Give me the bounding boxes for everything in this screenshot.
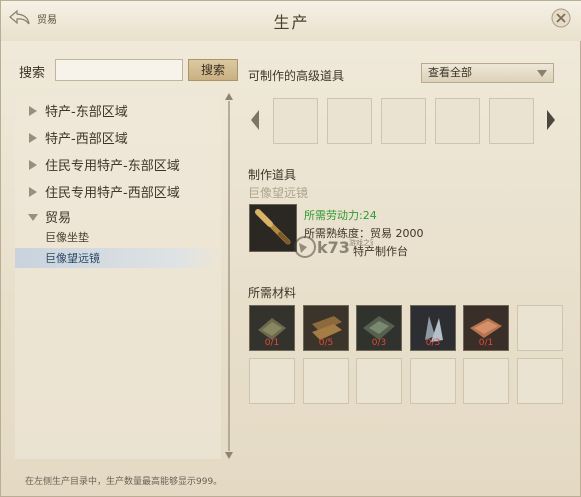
advanced-slot[interactable] bbox=[489, 98, 534, 144]
advanced-items-label: 可制作的高级道具 bbox=[248, 69, 345, 83]
tree-item-label: 住民专用特产-东部区域 bbox=[45, 158, 180, 174]
advanced-slot[interactable] bbox=[273, 98, 318, 144]
collapsed-arrow-icon bbox=[28, 159, 38, 170]
svg-text:游戏之家: 游戏之家 bbox=[349, 238, 373, 247]
close-button[interactable] bbox=[550, 7, 572, 29]
tree-item-resident-east[interactable]: 住民专用特产-东部区域 bbox=[15, 153, 221, 175]
tree-item-label: 特产-东部区域 bbox=[45, 104, 128, 120]
scroll-up-icon bbox=[225, 93, 233, 100]
advanced-slot[interactable] bbox=[381, 98, 426, 144]
production-window: 贸易 生产 搜索 搜索 特产-东部区域 特产-西部区域 住民专用特产-东部区域 … bbox=[0, 0, 581, 497]
materials-label: 所需材料 bbox=[248, 286, 297, 300]
tree-child-label: 巨像坐垫 bbox=[45, 231, 89, 244]
collapsed-arrow-icon bbox=[28, 186, 38, 197]
site-watermark-logo: k73 游戏之家 bbox=[293, 233, 377, 263]
tree-item-east-specialty[interactable]: 特产-东部区域 bbox=[15, 99, 221, 121]
empty-material-slot bbox=[517, 358, 563, 404]
tree-child-colossus-cushion[interactable]: 巨像坐垫 bbox=[15, 226, 221, 248]
advanced-slot[interactable] bbox=[327, 98, 372, 144]
filter-dropdown[interactable]: 查看全部 bbox=[421, 63, 554, 83]
empty-material-slot bbox=[303, 358, 349, 404]
next-arrow[interactable] bbox=[545, 109, 557, 131]
tree-item-west-specialty[interactable]: 特产-西部区域 bbox=[15, 126, 221, 148]
search-button[interactable]: 搜索 bbox=[188, 59, 238, 81]
chevron-down-icon bbox=[537, 70, 547, 77]
close-icon bbox=[551, 8, 571, 28]
chevron-right-icon bbox=[547, 110, 555, 130]
tree-item-label: 住民专用特产-西部区域 bbox=[45, 185, 180, 201]
material-slot[interactable]: 0/1 bbox=[463, 305, 509, 351]
craft-section-label: 制作道具 bbox=[248, 168, 297, 182]
prev-arrow[interactable] bbox=[249, 109, 261, 131]
dropdown-value: 查看全部 bbox=[428, 66, 472, 79]
tree-item-trade[interactable]: 贸易 bbox=[15, 205, 221, 227]
search-input[interactable] bbox=[55, 59, 183, 81]
svg-text:k73: k73 bbox=[317, 238, 350, 257]
tree-item-label: 特产-西部区域 bbox=[45, 131, 128, 147]
collapsed-arrow-icon bbox=[28, 132, 38, 143]
tree-scrollbar[interactable] bbox=[225, 93, 233, 459]
material-count: 0/3 bbox=[371, 338, 387, 348]
collapsed-arrow-icon bbox=[28, 105, 38, 116]
tree-child-label: 巨像望远镜 bbox=[45, 252, 100, 265]
material-slot[interactable]: 0/3 bbox=[410, 305, 456, 351]
material-count: 0/1 bbox=[478, 338, 494, 348]
empty-material-slot bbox=[356, 358, 402, 404]
material-count: 0/5 bbox=[318, 338, 334, 348]
material-slot[interactable]: 0/3 bbox=[356, 305, 402, 351]
chevron-left-icon bbox=[251, 110, 259, 130]
material-count: 0/1 bbox=[264, 338, 280, 348]
empty-material-slot bbox=[249, 358, 295, 404]
labor-requirement: 所需劳动力:24 bbox=[304, 209, 377, 222]
footer-note: 在左侧生产目录中，生产数量最高能够显示999。 bbox=[25, 477, 223, 487]
telescope-icon[interactable] bbox=[249, 204, 297, 252]
advanced-slot[interactable] bbox=[435, 98, 480, 144]
material-slot[interactable]: 0/5 bbox=[303, 305, 349, 351]
tree-child-colossus-telescope[interactable]: 巨像望远镜 bbox=[15, 248, 221, 268]
empty-material-slot bbox=[410, 358, 456, 404]
category-tree: 特产-东部区域 特产-西部区域 住民专用特产-东部区域 住民专用特产-西部区域 … bbox=[15, 93, 221, 459]
material-slot[interactable]: 0/1 bbox=[249, 305, 295, 351]
craft-item-name: 巨像望远镜 bbox=[248, 186, 309, 200]
scroll-down-icon bbox=[225, 452, 233, 459]
expanded-arrow-icon bbox=[28, 211, 38, 221]
material-count: 0/3 bbox=[425, 338, 441, 348]
empty-material-slot bbox=[463, 358, 509, 404]
window-title: 生产 bbox=[273, 13, 310, 32]
tree-item-resident-west[interactable]: 住民专用特产-西部区域 bbox=[15, 180, 221, 202]
empty-material-slot bbox=[517, 305, 563, 351]
window-header: 贸易 生产 bbox=[1, 1, 581, 41]
tree-item-label: 贸易 bbox=[45, 210, 72, 226]
search-label: 搜索 bbox=[19, 66, 46, 81]
